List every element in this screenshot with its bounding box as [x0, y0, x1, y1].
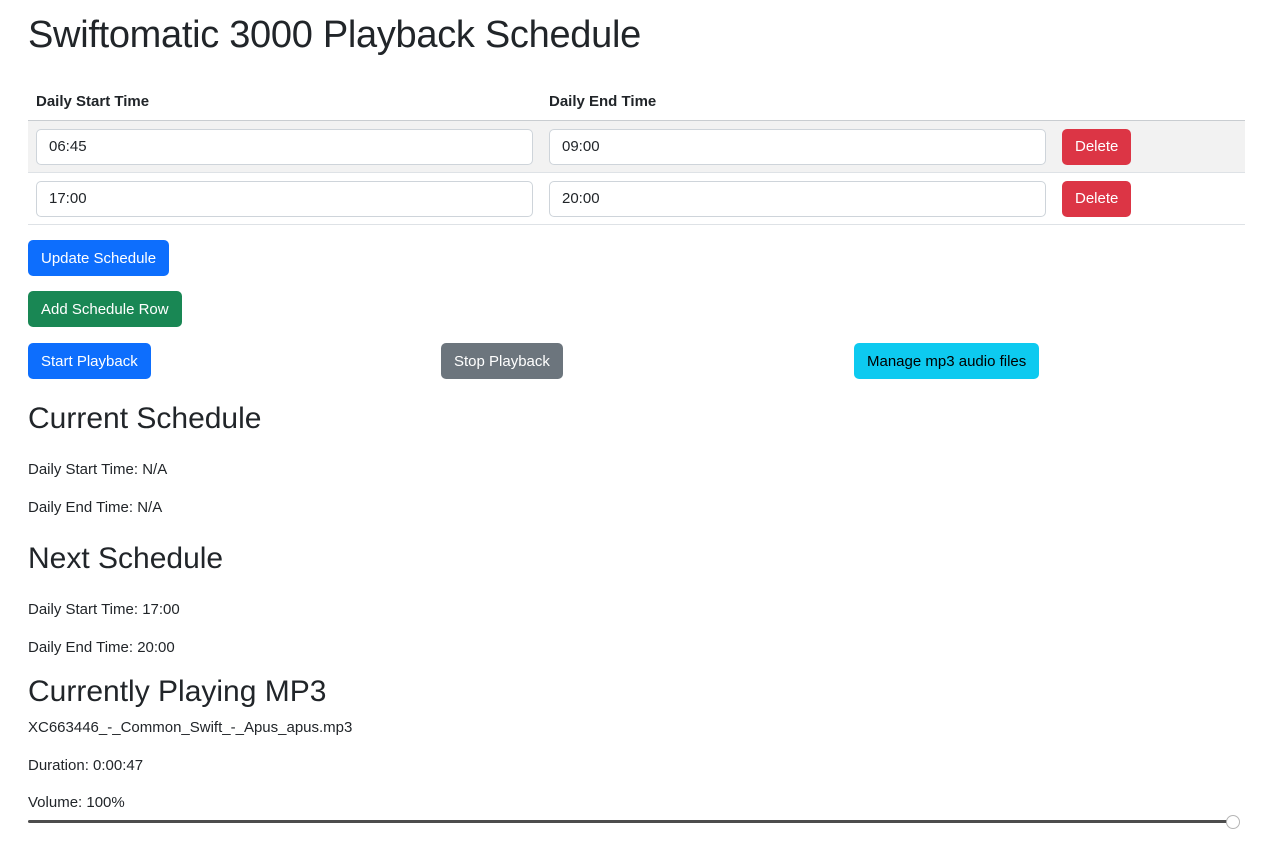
duration-text: Duration: 0:00:47	[28, 757, 144, 774]
current-end-time: Daily End Time: N/A	[28, 499, 163, 516]
manage-mp3-files-button[interactable]: Manage mp3 audio files	[854, 343, 1040, 379]
next-start-time: Daily Start Time: 17:00	[28, 601, 180, 618]
actions-cell: Delete	[1054, 172, 1245, 225]
end-time-input[interactable]	[549, 128, 1046, 165]
next-schedule-title: Next Schedule	[28, 542, 224, 575]
table-row: Delete	[28, 120, 1245, 173]
volume-slider-track[interactable]	[28, 820, 1238, 823]
delete-row-button[interactable]: Delete	[1062, 180, 1132, 217]
end-time-input[interactable]	[549, 180, 1046, 217]
stop-playback-button[interactable]: Stop Playback	[441, 343, 563, 379]
volume-slider-thumb[interactable]	[1226, 815, 1240, 829]
table-header-row: Daily Start Time Daily End Time	[28, 82, 1245, 121]
start-time-cell	[28, 120, 541, 173]
table-row: Delete	[28, 172, 1245, 225]
current-schedule-title: Current Schedule	[28, 402, 262, 435]
add-schedule-row-button[interactable]: Add Schedule Row	[28, 291, 182, 327]
header-end-time: Daily End Time	[541, 82, 1054, 121]
schedule-table: Daily Start Time Daily End Time Delete	[28, 82, 1245, 225]
header-start-time: Daily Start Time	[28, 82, 541, 121]
page-title: Swiftomatic 3000 Playback Schedule	[28, 14, 641, 56]
end-time-cell	[541, 172, 1054, 225]
currently-playing-title: Currently Playing MP3	[28, 675, 327, 708]
next-end-time: Daily End Time: 20:00	[28, 639, 175, 656]
start-time-input[interactable]	[36, 128, 533, 165]
current-start-time: Daily Start Time: N/A	[28, 461, 168, 478]
volume-text: Volume: 100%	[28, 794, 125, 811]
actions-cell: Delete	[1054, 120, 1245, 173]
current-filename: XC663446_-_Common_Swift_-_Apus_apus.mp3	[28, 719, 353, 736]
end-time-cell	[541, 120, 1054, 173]
start-playback-button[interactable]: Start Playback	[28, 343, 151, 379]
update-schedule-button[interactable]: Update Schedule	[28, 240, 170, 276]
header-actions	[1054, 82, 1245, 121]
start-time-input[interactable]	[36, 180, 533, 217]
delete-row-button[interactable]: Delete	[1062, 128, 1132, 165]
start-time-cell	[28, 172, 541, 225]
